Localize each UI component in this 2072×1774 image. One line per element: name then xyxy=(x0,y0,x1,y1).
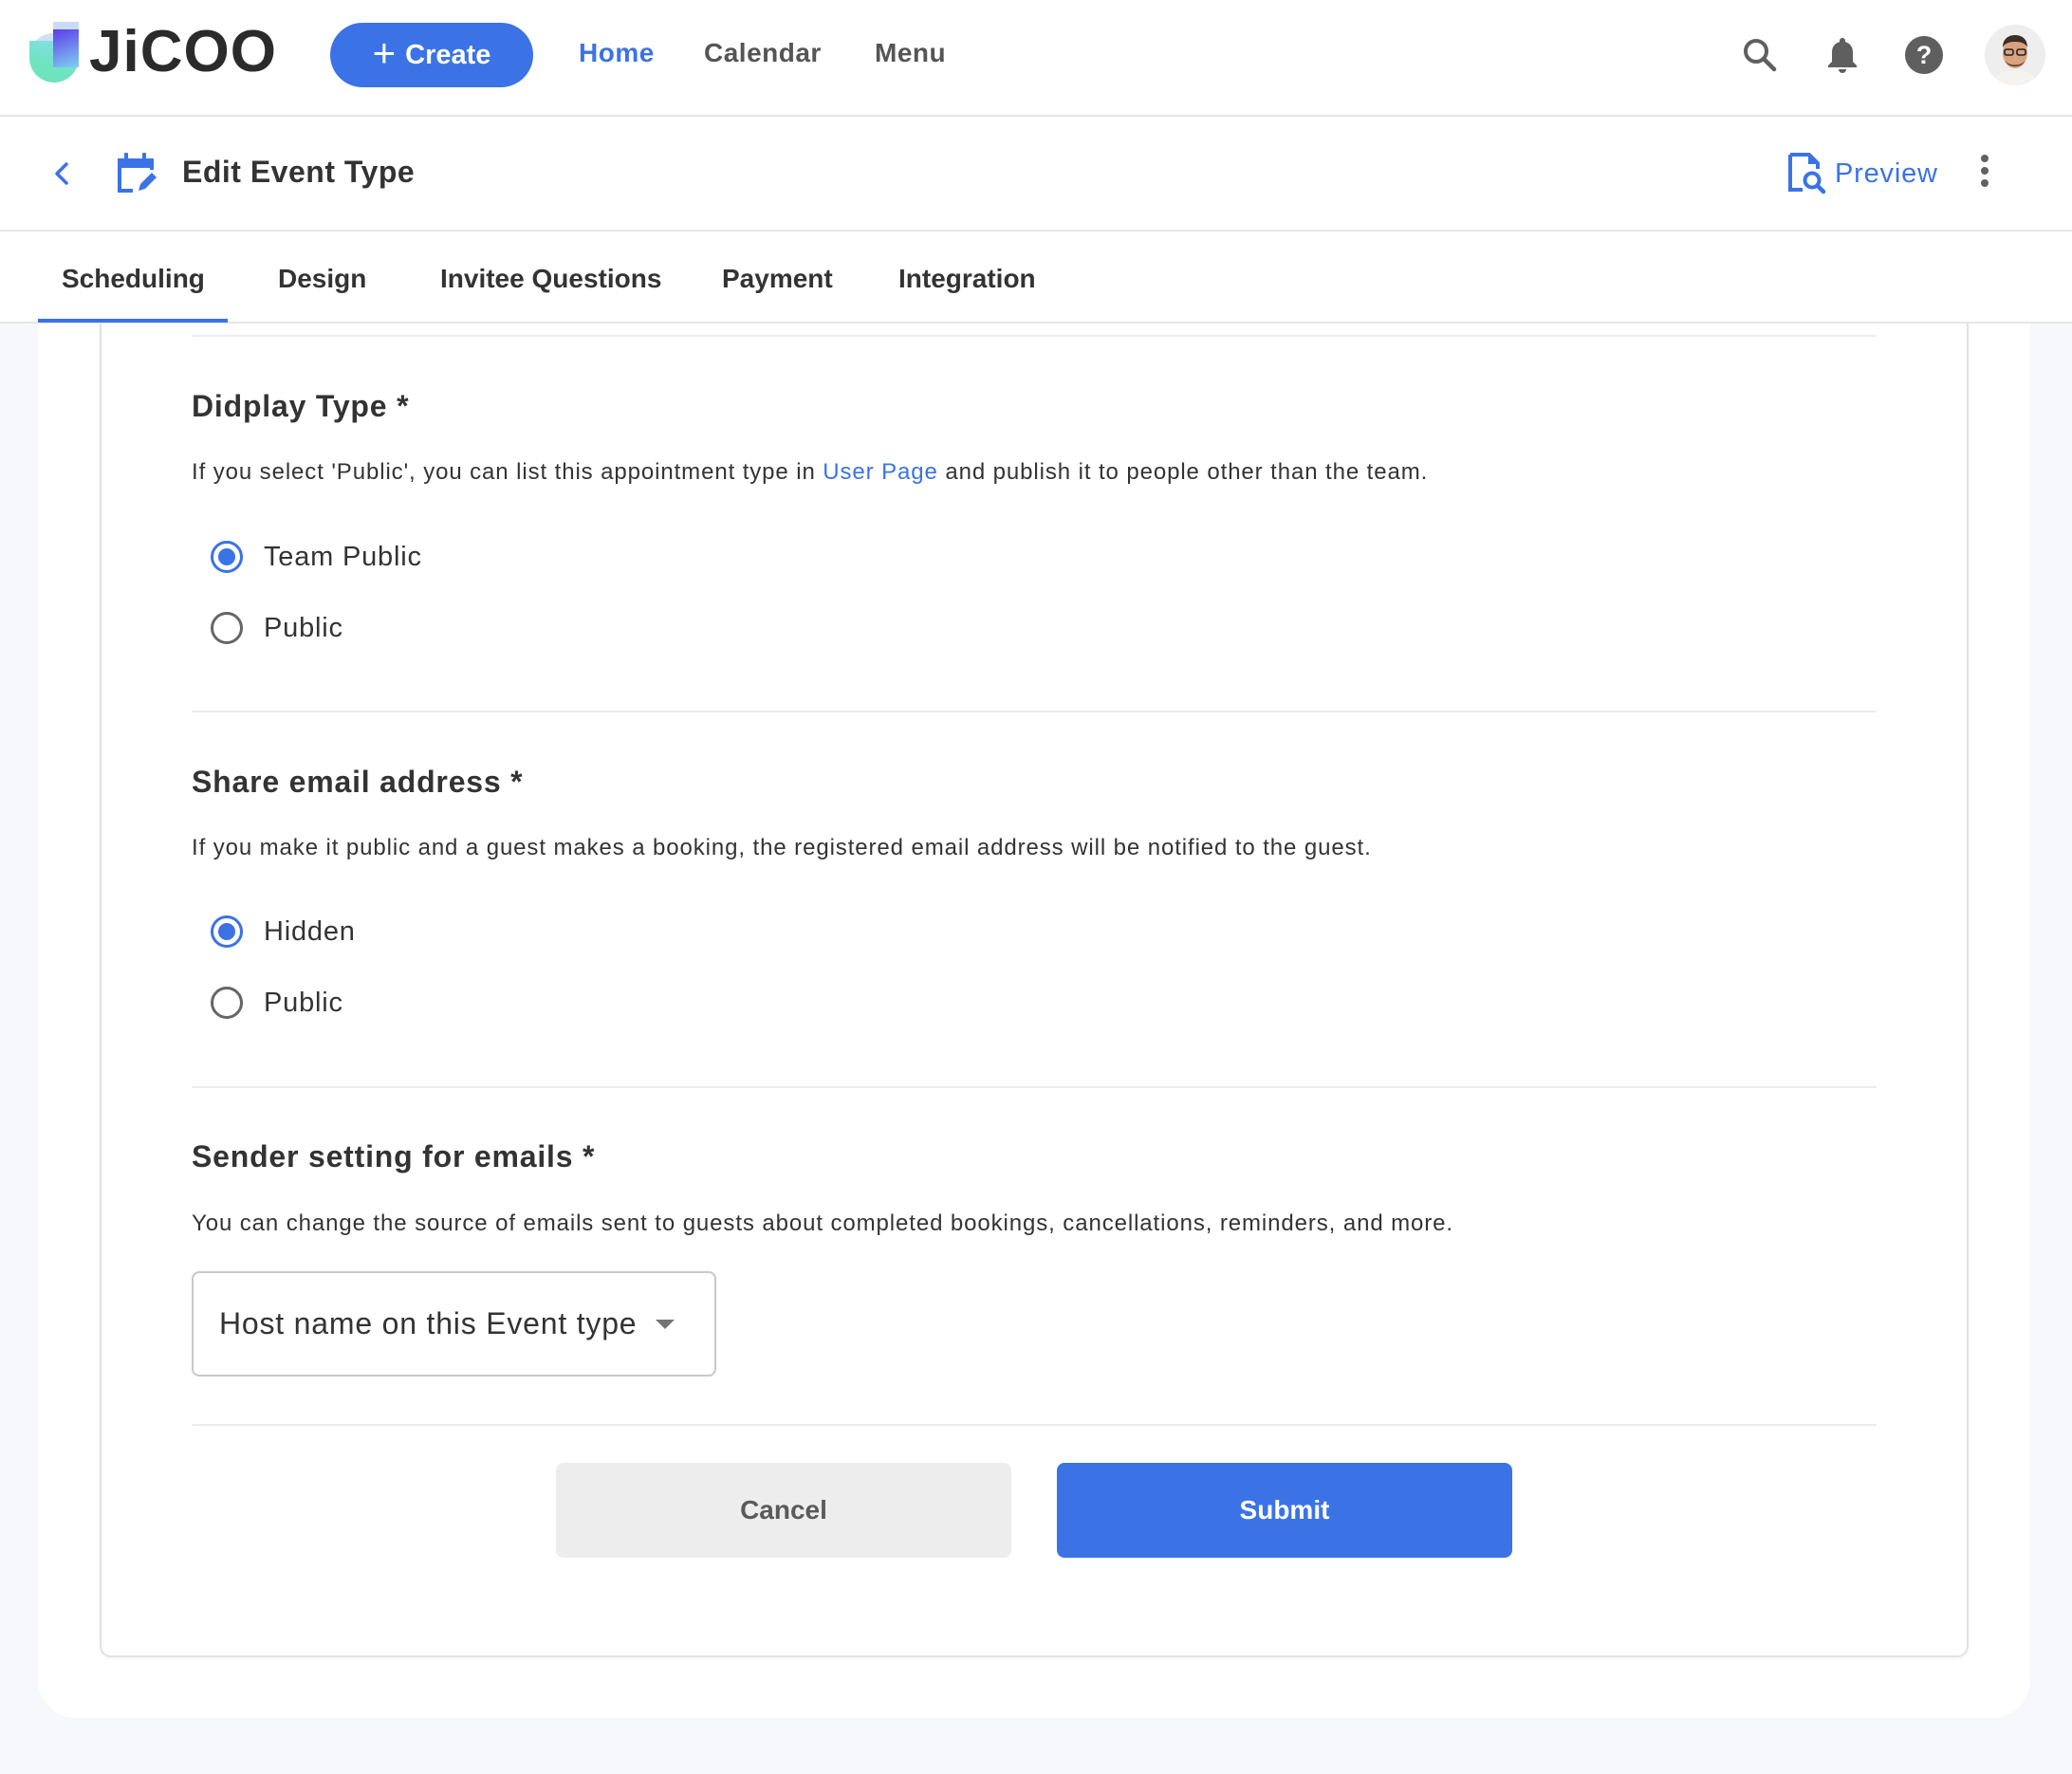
divider xyxy=(192,711,1877,712)
active-tab-indicator xyxy=(38,319,228,323)
tab-payment[interactable]: Payment xyxy=(722,264,833,294)
nav-menu[interactable]: Menu xyxy=(875,38,946,68)
sender-setting-title: Sender setting for emails * xyxy=(192,1139,596,1173)
tab-scheduling[interactable]: Scheduling xyxy=(62,264,205,294)
display-type-title: Didplay Type * xyxy=(192,389,410,423)
chevron-left-icon xyxy=(55,162,68,185)
tab-bar: Scheduling Design Invitee Questions Paym… xyxy=(0,231,2072,323)
radio-hidden[interactable]: Hidden xyxy=(211,915,356,948)
user-page-link[interactable]: User Page xyxy=(823,459,938,485)
tab-integration[interactable]: Integration xyxy=(898,264,1036,294)
dropdown-arrow-icon xyxy=(656,1319,675,1329)
top-navigation-bar: JiCOO + Create Home Calendar Menu ? xyxy=(0,0,2072,117)
create-button-label: Create xyxy=(405,39,491,70)
search-icon[interactable] xyxy=(1739,34,1781,76)
jicoo-logo[interactable]: JiCOO xyxy=(28,21,277,83)
radio-checked-icon[interactable] xyxy=(211,541,243,573)
share-email-title: Share email address * xyxy=(192,765,524,799)
sender-setting-select[interactable]: Host name on this Event type xyxy=(192,1271,716,1377)
nav-home[interactable]: Home xyxy=(579,38,655,68)
radio-unchecked-icon[interactable] xyxy=(211,987,243,1019)
plus-icon: + xyxy=(372,30,397,75)
divider xyxy=(192,1424,1877,1426)
help-icon[interactable]: ? xyxy=(1903,34,1945,76)
radio-label: Hidden xyxy=(264,915,356,947)
divider xyxy=(192,1086,1877,1088)
preview-label: Preview xyxy=(1835,157,1938,189)
display-type-description: If you select 'Public', you can list thi… xyxy=(192,459,1428,486)
bell-icon[interactable] xyxy=(1822,34,1863,76)
svg-text:?: ? xyxy=(1916,41,1933,69)
radio-unchecked-icon[interactable] xyxy=(211,612,243,644)
more-vert-icon xyxy=(1981,155,1989,162)
radio-display-public[interactable]: Public xyxy=(211,612,343,644)
radio-label: Public xyxy=(264,987,343,1018)
more-options-button[interactable] xyxy=(1971,147,1998,194)
document-search-icon xyxy=(1788,153,1826,194)
logo-mark-icon xyxy=(28,22,80,83)
create-button[interactable]: + Create xyxy=(330,23,533,87)
share-email-description: If you make it public and a guest makes … xyxy=(192,835,1372,860)
calendar-edit-icon xyxy=(116,151,157,194)
back-button[interactable] xyxy=(47,155,76,193)
page-header: Edit Event Type Preview xyxy=(0,117,2072,231)
radio-email-public[interactable]: Public xyxy=(211,987,343,1019)
radio-label: Team Public xyxy=(264,541,422,572)
nav-calendar[interactable]: Calendar xyxy=(704,38,822,68)
divider xyxy=(192,335,1877,337)
tab-invitee-questions[interactable]: Invitee Questions xyxy=(440,264,661,294)
description-text: If you select 'Public', you can list thi… xyxy=(192,459,823,485)
sender-setting-description: You can change the source of emails sent… xyxy=(192,1210,1453,1236)
description-text: and publish it to people other than the … xyxy=(937,459,1429,485)
logo-text: JiCOO xyxy=(89,19,277,84)
radio-label: Public xyxy=(264,612,343,643)
settings-card xyxy=(100,323,1969,1657)
radio-team-public[interactable]: Team Public xyxy=(211,541,422,573)
page-title: Edit Event Type xyxy=(182,155,416,189)
selected-value: Host name on this Event type xyxy=(219,1306,638,1340)
user-avatar[interactable] xyxy=(1985,25,2045,85)
submit-button[interactable]: Submit xyxy=(1057,1463,1512,1558)
cancel-button[interactable]: Cancel xyxy=(556,1463,1011,1558)
tab-design[interactable]: Design xyxy=(278,264,366,294)
avatar-image xyxy=(1985,25,2045,85)
radio-checked-icon[interactable] xyxy=(211,915,243,948)
preview-button[interactable]: Preview xyxy=(1787,150,1938,197)
